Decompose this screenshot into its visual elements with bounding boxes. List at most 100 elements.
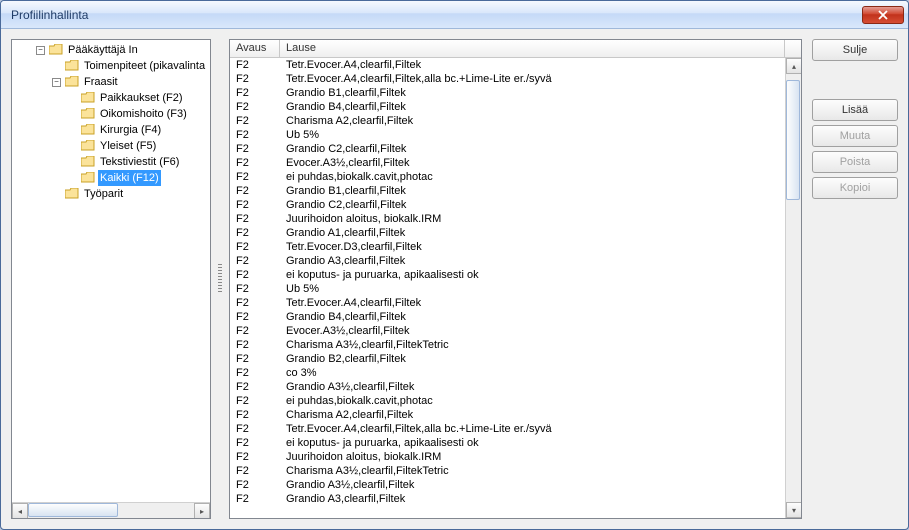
table-row[interactable]: F2Grandio A3,clearfil,Filtek <box>230 254 785 268</box>
table-row[interactable]: F2ei puhdas,biokalk.cavit,photac <box>230 394 785 408</box>
tree-label-kirurgia[interactable]: Kirurgia (F4) <box>98 122 163 138</box>
scroll-track[interactable] <box>28 503 194 518</box>
table-body[interactable]: F2Tetr.Evocer.A4,clearfil,FiltekF2Tetr.E… <box>230 58 785 518</box>
table-row[interactable]: F2Charisma A3½,clearfil,FiltekTetric <box>230 338 785 352</box>
table-row[interactable]: F2Grandio B2,clearfil,Filtek <box>230 352 785 366</box>
table-row[interactable]: F2Ub 5% <box>230 128 785 142</box>
tree-label-oikomishoito[interactable]: Oikomishoito (F3) <box>98 106 189 122</box>
table-row[interactable]: F2Evocer.A3½,clearfil,Filtek <box>230 156 785 170</box>
table-row[interactable]: F2Grandio C2,clearfil,Filtek <box>230 198 785 212</box>
column-header-scroll-gap <box>785 40 801 57</box>
cell-avaus: F2 <box>230 72 280 86</box>
table-row[interactable]: F2Charisma A2,clearfil,Filtek <box>230 114 785 128</box>
table-row[interactable]: F2Tetr.Evocer.D3,clearfil,Filtek <box>230 240 785 254</box>
cell-avaus: F2 <box>230 184 280 198</box>
close-button[interactable]: Sulje <box>812 39 898 61</box>
tree-label-toimenpiteet[interactable]: Toimenpiteet (pikavalinta <box>82 58 207 74</box>
tree-label-yleiset[interactable]: Yleiset (F5) <box>98 138 158 154</box>
table-row[interactable]: F2Grandio A3½,clearfil,Filtek <box>230 380 785 394</box>
table-row[interactable]: F2Grandio B1,clearfil,Filtek <box>230 86 785 100</box>
table-row[interactable]: F2Tetr.Evocer.A4,clearfil,Filtek,alla bc… <box>230 422 785 436</box>
table-row[interactable]: F2Grandio C2,clearfil,Filtek <box>230 142 785 156</box>
tree-label-paikkaukset[interactable]: Paikkaukset (F2) <box>98 90 185 106</box>
cell-lause: ei puhdas,biokalk.cavit,photac <box>280 170 785 184</box>
tree-label-kaikki[interactable]: Kaikki (F12) <box>98 170 161 186</box>
table-row[interactable]: F2Grandio A1,clearfil,Filtek <box>230 226 785 240</box>
table-row[interactable]: F2Tetr.Evocer.A4,clearfil,Filtek <box>230 296 785 310</box>
delete-button[interactable]: Poista <box>812 151 898 173</box>
tree-node-kaikki[interactable]: Kaikki (F12) <box>16 170 210 186</box>
scroll-thumb[interactable] <box>28 503 118 517</box>
cell-lause: Juurihoidon aloitus, biokalk.IRM <box>280 450 785 464</box>
tree-hscrollbar[interactable]: ◂ ▸ <box>12 502 210 518</box>
table-row[interactable]: F2Charisma A2,clearfil,Filtek <box>230 408 785 422</box>
table-row[interactable]: F2Charisma A3½,clearfil,FiltekTetric <box>230 464 785 478</box>
table-row[interactable]: F2Evocer.A3½,clearfil,Filtek <box>230 324 785 338</box>
tree-node-tyoparit[interactable]: Työparit <box>16 186 210 202</box>
folder-icon <box>65 60 79 72</box>
table-vscrollbar[interactable]: ▴ ▾ <box>785 58 801 518</box>
cell-lause: Tetr.Evocer.A4,clearfil,Filtek,alla bc.+… <box>280 422 785 436</box>
cell-avaus: F2 <box>230 170 280 184</box>
cell-lause: ei koputus- ja puruarka, apikaalisesti o… <box>280 436 785 450</box>
tree-label-tekstiviestit[interactable]: Tekstiviestit (F6) <box>98 154 181 170</box>
scroll-track[interactable] <box>786 74 801 502</box>
folder-icon <box>81 108 95 120</box>
tree-node-oikomishoito[interactable]: Oikomishoito (F3) <box>16 106 210 122</box>
cell-avaus: F2 <box>230 422 280 436</box>
table-row[interactable]: F2Tetr.Evocer.A4,clearfil,Filtek,alla bc… <box>230 72 785 86</box>
tree-node-toimenpiteet[interactable]: Toimenpiteet (pikavalinta <box>16 58 210 74</box>
cell-lause: Grandio A3,clearfil,Filtek <box>280 254 785 268</box>
cell-lause: Tetr.Evocer.A4,clearfil,Filtek,alla bc.+… <box>280 72 785 86</box>
tree-node-kirurgia[interactable]: Kirurgia (F4) <box>16 122 210 138</box>
cell-lause: Grandio B4,clearfil,Filtek <box>280 310 785 324</box>
table-row[interactable]: F2Juurihoidon aloitus, biokalk.IRM <box>230 450 785 464</box>
cell-lause: co 3% <box>280 366 785 380</box>
expander-empty <box>52 62 61 71</box>
copy-button[interactable]: Kopioi <box>812 177 898 199</box>
tree-label-root[interactable]: Pääkäyttäjä In <box>66 42 140 58</box>
tree-label-fraasit[interactable]: Fraasit <box>82 74 120 90</box>
add-button[interactable]: Lisää <box>812 99 898 121</box>
table-row[interactable]: F2ei koputus- ja puruarka, apikaalisesti… <box>230 268 785 282</box>
table-row[interactable]: F2Grandio A3,clearfil,Filtek <box>230 492 785 506</box>
table-row[interactable]: F2ei puhdas,biokalk.cavit,photac <box>230 170 785 184</box>
tree-node-yleiset[interactable]: Yleiset (F5) <box>16 138 210 154</box>
tree-node-tekstiviestit[interactable]: Tekstiviestit (F6) <box>16 154 210 170</box>
table-row[interactable]: F2Tetr.Evocer.A4,clearfil,Filtek <box>230 58 785 72</box>
table-row[interactable]: F2Grandio A3½,clearfil,Filtek <box>230 478 785 492</box>
table-row[interactable]: F2Juurihoidon aloitus, biokalk.IRM <box>230 212 785 226</box>
profile-tree[interactable]: − Pääkäyttäjä In Toimenpiteet (pikavalin… <box>12 40 210 204</box>
cell-avaus: F2 <box>230 128 280 142</box>
cell-lause: Tetr.Evocer.A4,clearfil,Filtek <box>280 296 785 310</box>
cell-avaus: F2 <box>230 338 280 352</box>
edit-button[interactable]: Muuta <box>812 125 898 147</box>
table-row[interactable]: F2Grandio B4,clearfil,Filtek <box>230 100 785 114</box>
tree-node-fraasit[interactable]: − Fraasit <box>16 74 210 90</box>
column-header-lause[interactable]: Lause <box>280 40 785 57</box>
table-row[interactable]: F2ei koputus- ja puruarka, apikaalisesti… <box>230 436 785 450</box>
scroll-up-button[interactable]: ▴ <box>786 58 801 74</box>
scroll-down-button[interactable]: ▾ <box>786 502 801 518</box>
expander-icon[interactable]: − <box>52 78 61 87</box>
expander-icon[interactable]: − <box>36 46 45 55</box>
column-header-avaus[interactable]: Avaus <box>230 40 280 57</box>
scroll-left-button[interactable]: ◂ <box>12 503 28 519</box>
table-row[interactable]: F2Grandio B4,clearfil,Filtek <box>230 310 785 324</box>
cell-avaus: F2 <box>230 310 280 324</box>
splitter-grip-icon <box>218 264 222 294</box>
scroll-thumb[interactable] <box>786 80 800 200</box>
splitter[interactable] <box>217 39 223 519</box>
tree-node-paikkaukset[interactable]: Paikkaukset (F2) <box>16 90 210 106</box>
cell-lause: Charisma A2,clearfil,Filtek <box>280 114 785 128</box>
table-row[interactable]: F2co 3% <box>230 366 785 380</box>
folder-icon <box>81 172 95 184</box>
cell-lause: Grandio C2,clearfil,Filtek <box>280 198 785 212</box>
cell-lause: Grandio B1,clearfil,Filtek <box>280 86 785 100</box>
window-close-button[interactable] <box>862 6 904 24</box>
table-row[interactable]: F2Ub 5% <box>230 282 785 296</box>
tree-node-root[interactable]: − Pääkäyttäjä In <box>16 42 210 58</box>
tree-label-tyoparit[interactable]: Työparit <box>82 186 125 202</box>
scroll-right-button[interactable]: ▸ <box>194 503 210 519</box>
table-row[interactable]: F2Grandio B1,clearfil,Filtek <box>230 184 785 198</box>
